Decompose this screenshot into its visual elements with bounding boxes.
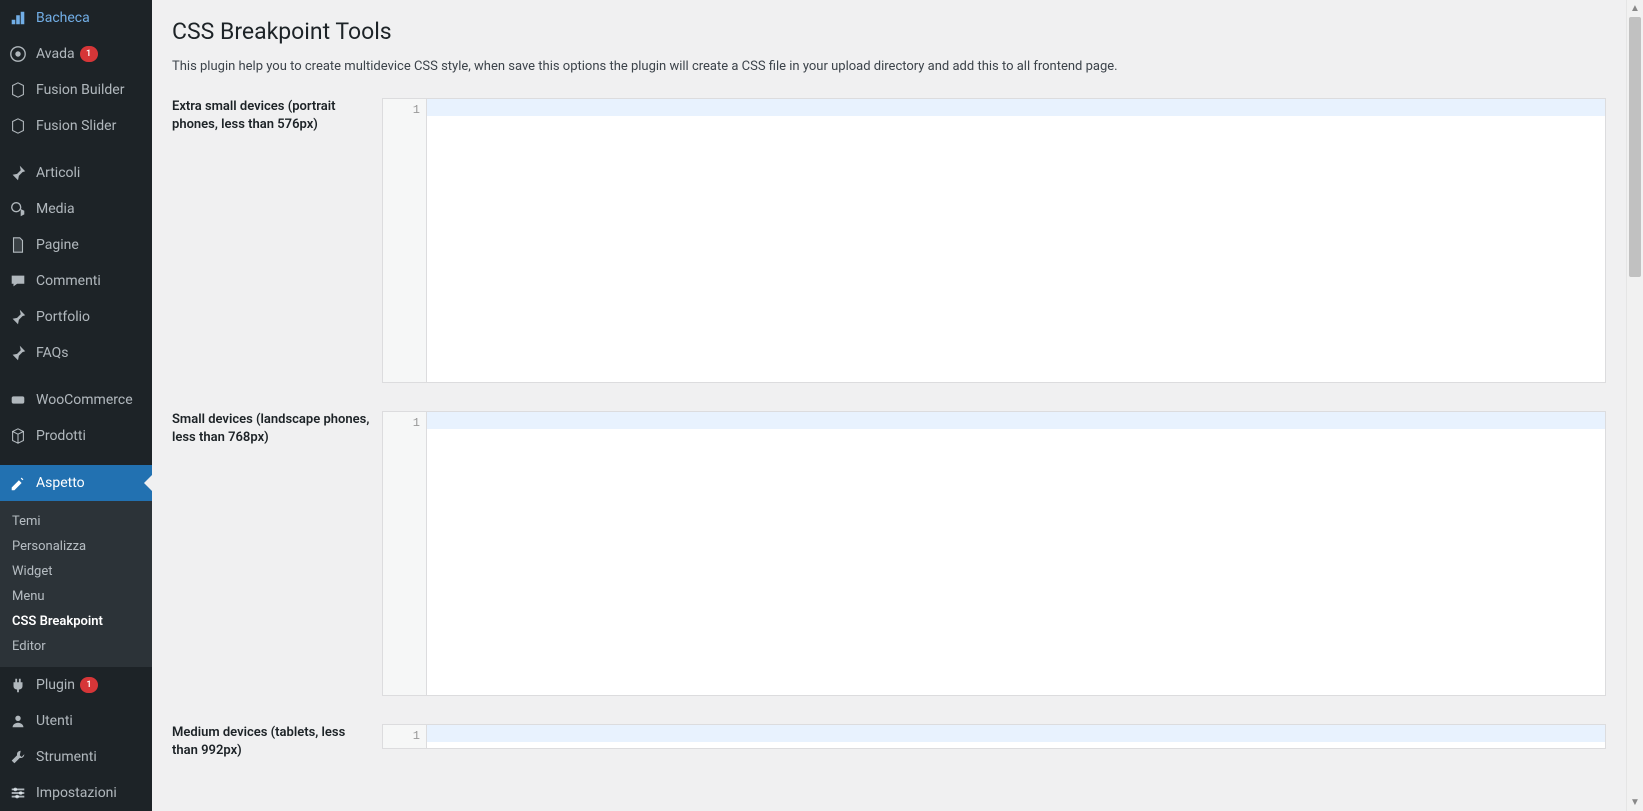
sidebar-item-articoli[interactable]: Articoli [0,155,152,191]
sidebar-item-plugin[interactable]: Plugin 1 [0,667,152,703]
fusion-icon [8,116,28,136]
admin-sidebar: Bacheca Avada 1 Fusion Builder Fusion Sl… [0,0,152,811]
users-icon [8,711,28,731]
code-area[interactable] [427,99,1605,382]
breakpoint-row-md: Medium devices (tablets, less than 992px… [172,724,1606,760]
submenu-item-css-breakpoint[interactable]: CSS Breakpoint [0,609,152,634]
breakpoint-label: Medium devices (tablets, less than 992px… [172,724,382,760]
scroll-down-arrow[interactable]: ▼ [1627,794,1643,811]
page-description: This plugin help you to create multidevi… [172,59,1606,74]
appearance-icon [8,473,28,493]
sidebar-item-commenti[interactable]: Commenti [0,263,152,299]
sidebar-item-label: Fusion Slider [36,118,116,134]
sidebar-item-prodotti[interactable]: Prodotti [0,418,152,454]
sidebar-item-label: Articoli [36,165,80,181]
media-icon [8,199,28,219]
product-icon [8,426,28,446]
sidebar-item-label: Utenti [36,713,73,729]
pin-icon [8,163,28,183]
page-icon [8,235,28,255]
sidebar-item-label: Pagine [36,237,79,253]
sidebar-item-label: Strumenti [36,749,97,765]
tools-icon [8,747,28,767]
breakpoint-label: Extra small devices (portrait phones, le… [172,98,382,134]
code-editor[interactable]: 1 [382,98,1606,383]
sidebar-item-label: Avada [36,46,75,62]
sidebar-item-media[interactable]: Media [0,191,152,227]
sidebar-item-aspetto[interactable]: Aspetto [0,465,152,501]
submenu-item-temi[interactable]: Temi [0,509,152,534]
sidebar-item-label: Aspetto [36,475,85,491]
comment-icon [8,271,28,291]
sidebar-item-pagine[interactable]: Pagine [0,227,152,263]
fusion-icon [8,80,28,100]
code-gutter: 1 [383,725,427,748]
sidebar-item-label: Plugin [36,677,75,693]
breakpoint-label: Small devices (landscape phones, less th… [172,411,382,447]
sidebar-item-label: Bacheca [36,10,90,26]
scroll-up-arrow[interactable]: ▲ [1627,0,1643,17]
main-content: CSS Breakpoint Tools This plugin help yo… [152,0,1626,811]
sidebar-item-label: FAQs [36,345,69,361]
pin-icon [8,307,28,327]
page-scrollbar[interactable]: ▲ ▼ [1626,0,1643,811]
woo-icon [8,390,28,410]
code-area[interactable] [427,725,1605,748]
update-badge: 1 [80,46,98,62]
sidebar-item-label: Impostazioni [36,785,117,801]
sidebar-item-woocommerce[interactable]: WooCommerce [0,382,152,418]
code-editor[interactable]: 1 [382,411,1606,696]
sidebar-item-avada[interactable]: Avada 1 [0,36,152,72]
scroll-thumb[interactable] [1629,17,1641,277]
sidebar-item-label: Media [36,201,75,217]
code-gutter: 1 [383,412,427,695]
code-area[interactable] [427,412,1605,695]
submenu-item-widget[interactable]: Widget [0,559,152,584]
sidebar-item-portfolio[interactable]: Portfolio [0,299,152,335]
update-badge: 1 [80,677,98,693]
plugin-icon [8,675,28,695]
sidebar-item-impostazioni[interactable]: Impostazioni [0,775,152,811]
sidebar-item-label: Prodotti [36,428,86,444]
sidebar-item-label: Portfolio [36,309,90,325]
submenu-item-menu[interactable]: Menu [0,584,152,609]
submenu-item-personalizza[interactable]: Personalizza [0,534,152,559]
breakpoint-row-xs: Extra small devices (portrait phones, le… [172,98,1606,383]
dashboard-icon [8,8,28,28]
pin-icon [8,343,28,363]
submenu-item-editor[interactable]: Editor [0,634,152,659]
sidebar-item-label: Commenti [36,273,101,289]
avada-icon [8,44,28,64]
sidebar-item-strumenti[interactable]: Strumenti [0,739,152,775]
sidebar-item-fusion-slider[interactable]: Fusion Slider [0,108,152,144]
page-title: CSS Breakpoint Tools [172,18,1606,45]
sidebar-item-faqs[interactable]: FAQs [0,335,152,371]
settings-icon [8,783,28,803]
breakpoint-row-sm: Small devices (landscape phones, less th… [172,411,1606,696]
sidebar-item-fusion-builder[interactable]: Fusion Builder [0,72,152,108]
sidebar-item-label: WooCommerce [36,392,133,408]
aspetto-submenu: Temi Personalizza Widget Menu CSS Breakp… [0,501,152,667]
sidebar-item-utenti[interactable]: Utenti [0,703,152,739]
code-editor[interactable]: 1 [382,724,1606,749]
sidebar-item-label: Fusion Builder [36,82,124,98]
code-gutter: 1 [383,99,427,382]
sidebar-item-bacheca[interactable]: Bacheca [0,0,152,36]
